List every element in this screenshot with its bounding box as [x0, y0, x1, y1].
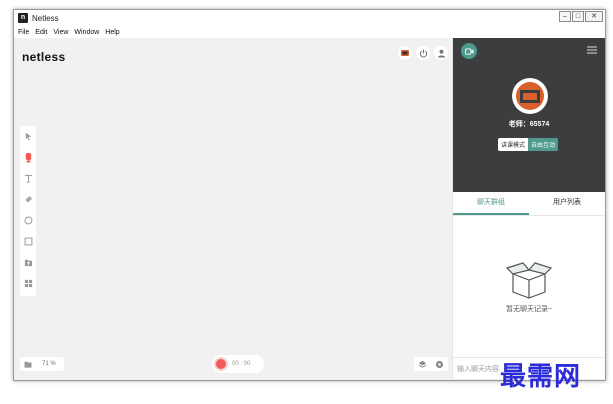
right-sidebar: 老师：65574 讲课模式 自由互动 聊天群组 用户列表 暂无聊天记录~ 输入聊… [452, 38, 605, 379]
teacher-avatar [512, 78, 548, 114]
window-title: Netless [32, 13, 59, 23]
top-right-tools [398, 46, 448, 60]
user-icon[interactable] [434, 46, 448, 60]
folder-icon [24, 361, 32, 368]
recording-time: 00 : 00 [232, 361, 251, 367]
empty-box-icon [505, 262, 553, 299]
close-button[interactable]: ✕ [585, 11, 603, 22]
room-avatar-icon[interactable] [398, 46, 412, 60]
whiteboard-canvas[interactable]: netless 71 % 00: 00 [16, 38, 452, 379]
selector-icon[interactable] [22, 130, 34, 142]
menu-help[interactable]: Help [105, 29, 119, 36]
window-controls: – □ ✕ [559, 11, 603, 22]
sidebar-tabs: 聊天群组 用户列表 [453, 192, 605, 216]
app-icon: n [18, 13, 28, 23]
netless-logo: netless [22, 50, 66, 64]
record-button[interactable] [214, 357, 228, 371]
text-icon[interactable] [22, 172, 34, 184]
minimize-button[interactable]: – [559, 11, 571, 22]
tab-chat-group[interactable]: 聊天群组 [453, 192, 529, 215]
bottom-right-tools [414, 357, 448, 371]
avatar-icon [516, 82, 544, 110]
title-bar: n Netless – □ ✕ [14, 10, 605, 26]
camera-button[interactable] [461, 43, 477, 59]
eraser-icon[interactable] [22, 193, 34, 205]
grid-icon[interactable] [22, 277, 34, 289]
ellipse-icon[interactable] [22, 214, 34, 226]
menu-window[interactable]: Window [74, 29, 99, 36]
upload-icon[interactable] [22, 256, 34, 268]
menu-file[interactable]: File [18, 29, 29, 36]
power-icon[interactable] [416, 46, 430, 60]
rectangle-icon[interactable] [22, 235, 34, 247]
zoom-control[interactable]: 71 % [20, 357, 64, 371]
empty-chat-text: 暂无聊天记录~ [505, 306, 553, 313]
app-window: n Netless – □ ✕ File Edit View Window He… [13, 9, 606, 381]
lecture-mode-button[interactable]: 讲课模式 [498, 138, 529, 151]
pencil-icon[interactable] [22, 151, 34, 163]
camera-icon [464, 47, 473, 55]
tab-user-list[interactable]: 用户列表 [529, 192, 605, 215]
mode-toggle: 讲课模式 自由互动 [498, 138, 559, 151]
menu-view[interactable]: View [53, 29, 68, 36]
teacher-label: 老师：65574 [508, 121, 550, 128]
drawing-toolbar [20, 126, 36, 296]
menu-bar: File Edit View Window Help [14, 26, 605, 38]
menu-edit[interactable]: Edit [35, 29, 47, 36]
teacher-video-area: 老师：65574 讲课模式 自由互动 [453, 38, 605, 192]
watermark: 最需网 [500, 362, 582, 392]
settings-list-icon[interactable] [587, 46, 597, 54]
free-interaction-button[interactable]: 自由互动 [528, 138, 559, 151]
maximize-button[interactable]: □ [572, 11, 584, 22]
zoom-level: 71 % [42, 361, 56, 367]
recording-control: 00 : 00 [212, 355, 264, 373]
chat-bubble-icon[interactable] [435, 360, 444, 369]
layers-icon[interactable] [418, 360, 427, 369]
